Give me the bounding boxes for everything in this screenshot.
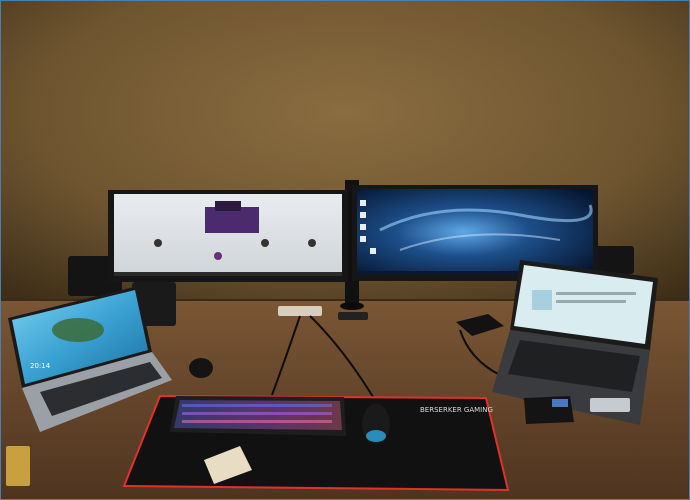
- small-mouse: [189, 358, 213, 378]
- gaming-mouse: [362, 404, 390, 444]
- usb-hub: [278, 306, 322, 316]
- mousepad-brand: BERSERKER GAMING: [420, 406, 493, 414]
- left-laptop-clock: 20:14: [30, 362, 51, 370]
- corner-item: [6, 446, 30, 486]
- left-monitor: [108, 190, 348, 282]
- desk-setup-photo: 20:14 BERSERKER GAMING: [0, 0, 690, 500]
- keyboard: [170, 396, 346, 436]
